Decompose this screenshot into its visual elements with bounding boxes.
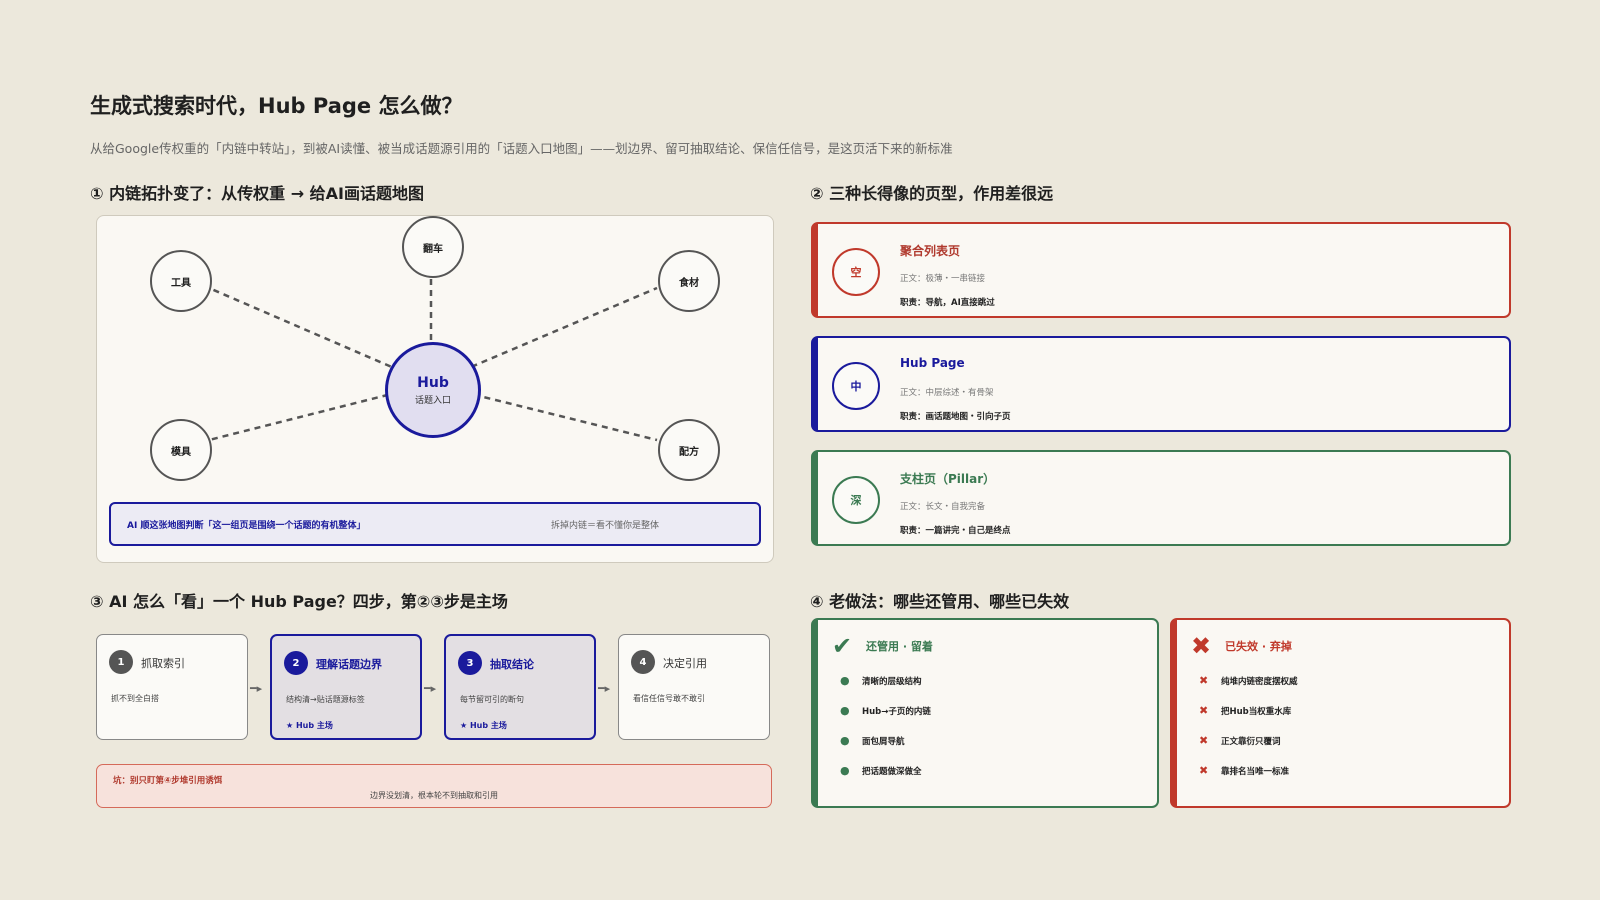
pitfall-title: 坑：别只盯第④步堆引用诱饵 — [113, 776, 223, 786]
type-name: 支柱页（Pillar） — [900, 472, 996, 486]
step-arrow-icon: ━▸ — [250, 682, 263, 695]
obsolete-box: ✖ 已失效 · 弃掉 ✖ 纯堆内链密度摆权威 ✖ 把Hub当权重水库 ✖ 正文靠衍只覆… — [1170, 618, 1511, 808]
type-role: 职责：一篇讲完・自己是终点 — [900, 526, 1011, 536]
step-number: 4 — [631, 650, 655, 674]
page-title: 生成式搜索时代，Hub Page 怎么做？ — [90, 94, 463, 118]
list-item: ✖ 靠排名当唯一标准 — [1199, 764, 1289, 777]
step-label: 抽取结论 — [490, 658, 534, 671]
type-badge: 中 — [832, 362, 880, 410]
topic-node: 食材 — [658, 250, 720, 312]
x-icon: ✖ — [1199, 734, 1209, 747]
list-item: ● 面包屑导航 — [840, 734, 905, 747]
still-works-title: 还管用 · 留着 — [866, 640, 933, 653]
list-item: ✖ 把Hub当权重水库 — [1199, 704, 1291, 717]
topology-note-side: 拆掉内链＝看不懂你是整体 — [550, 520, 659, 531]
list-item-text: 面包屑导航 — [862, 736, 905, 747]
check-icon: ✔ — [832, 632, 853, 660]
step-label: 决定引用 — [663, 657, 707, 670]
topic-node: 工具 — [150, 250, 212, 312]
step-number: 1 — [109, 650, 133, 674]
step-tag: ★ Hub 主场 — [286, 721, 333, 730]
list-item-text: 正文靠衍只覆词 — [1221, 736, 1281, 747]
step-desc: 每节留可引的断句 — [460, 695, 524, 704]
type-body: 正文：中层综述・有骨架 — [900, 388, 994, 398]
topic-node: 配方 — [658, 419, 720, 481]
step-arrow-icon: ━▸ — [598, 682, 611, 695]
page-subtitle: 从给Google传权重的「内链中转站」，到被AI读懂、被当成话题源引用的「话题入… — [90, 141, 953, 156]
bullet-icon: ● — [840, 734, 850, 747]
cross-icon: ✖ — [1191, 632, 1212, 660]
step-card: 2 理解话题边界 结构清→贴话题源标签 ★ Hub 主场 — [270, 634, 422, 740]
x-icon: ✖ — [1199, 674, 1209, 687]
step-desc: 抓不到全白搭 — [111, 694, 159, 703]
section4-heading: ④ 老做法：哪些还管用、哪些已失效 — [810, 592, 1070, 611]
list-item-text: 纯堆内链密度摆权威 — [1221, 676, 1298, 687]
list-item: ✖ 正文靠衍只覆词 — [1199, 734, 1281, 747]
topology-note: AI 顺这张地图判断「这一组页是围绕一个话题的有机整体」 拆掉内链＝看不懂你是整… — [109, 502, 761, 546]
hub-sublabel: 话题入口 — [414, 395, 451, 406]
step-arrow-icon: ━▸ — [424, 682, 437, 695]
pitfall-body: 边界没划清，根本轮不到抽取和引用 — [370, 791, 498, 800]
hub-label: Hub — [417, 374, 449, 391]
section1-heading: ① 内链拓扑变了：从传权重 → 给AI画话题地图 — [90, 184, 425, 203]
step-label: 抓取索引 — [141, 657, 185, 670]
list-item: ● 把话题做深做全 — [840, 764, 922, 777]
type-name: Hub Page — [900, 356, 965, 370]
type-role: 职责：导航，AI直接跳过 — [900, 298, 995, 308]
step-label: 理解话题边界 — [316, 658, 382, 671]
pitfall-note: 坑：别只盯第④步堆引用诱饵 边界没划清，根本轮不到抽取和引用 — [96, 764, 772, 808]
x-icon: ✖ — [1199, 764, 1209, 777]
list-item-text: 清晰的层级结构 — [862, 676, 922, 687]
topology-note-main: AI 顺这张地图判断「这一组页是围绕一个话题的有机整体」 — [127, 520, 366, 531]
still-works-box: ✔ 还管用 · 留着 ● 清晰的层级结构 ● Hub→子页的内链 ● 面包屑导航 ● 把… — [811, 618, 1159, 808]
type-badge: 空 — [832, 248, 880, 296]
list-item-text: 把Hub当权重水库 — [1221, 706, 1292, 717]
hub-node: Hub 话题入口 — [385, 342, 481, 438]
step-card: 3 抽取结论 每节留可引的断句 ★ Hub 主场 — [444, 634, 596, 740]
step-number: 2 — [284, 651, 308, 675]
step-desc: 看信任信号敢不敢引 — [633, 694, 705, 703]
type-badge: 深 — [832, 476, 880, 524]
bullet-icon: ● — [840, 704, 850, 717]
step-number: 3 — [458, 651, 482, 675]
topology-panel: 翻车 工具 食材 模具 配方 Hub 话题入口 AI 顺这张地图判断「这一组页是… — [96, 215, 774, 563]
bullet-icon: ● — [840, 764, 850, 777]
list-item-text: 把话题做深做全 — [862, 766, 922, 777]
step-card: 4 决定引用 看信任信号敢不敢引 — [618, 634, 770, 740]
step-tag: ★ Hub 主场 — [460, 721, 507, 730]
page-type-card: 中 Hub Page 正文：中层综述・有骨架 职责：画话题地图・引向子页 — [811, 336, 1511, 432]
step-card: 1 抓取索引 抓不到全白搭 — [96, 634, 248, 740]
section2-heading: ② 三种长得像的页型，作用差很远 — [810, 184, 1054, 203]
section3-heading: ③ AI 怎么「看」一个 Hub Page？四步，第②③步是主场 — [90, 592, 508, 611]
x-icon: ✖ — [1199, 704, 1209, 717]
type-name: 聚合列表页 — [900, 244, 961, 258]
type-role: 职责：画话题地图・引向子页 — [900, 412, 1011, 422]
step-desc: 结构清→贴话题源标签 — [286, 695, 365, 704]
type-body: 正文：长文・自我完备 — [900, 502, 986, 512]
page-type-card: 空 聚合列表页 正文：极薄・一串链接 职责：导航，AI直接跳过 — [811, 222, 1511, 318]
obsolete-title: 已失效 · 弃掉 — [1225, 640, 1292, 653]
list-item-text: Hub→子页的内链 — [862, 706, 931, 717]
bullet-icon: ● — [840, 674, 850, 687]
list-item: ● 清晰的层级结构 — [840, 674, 922, 687]
list-item-text: 靠排名当唯一标准 — [1221, 766, 1290, 777]
type-body: 正文：极薄・一串链接 — [900, 274, 986, 284]
list-item: ✖ 纯堆内链密度摆权威 — [1199, 674, 1298, 687]
list-item: ● Hub→子页的内链 — [840, 704, 931, 717]
topic-node: 模具 — [150, 419, 212, 481]
topic-node: 翻车 — [402, 216, 464, 278]
page-type-card: 深 支柱页（Pillar） 正文：长文・自我完备 职责：一篇讲完・自己是终点 — [811, 450, 1511, 546]
